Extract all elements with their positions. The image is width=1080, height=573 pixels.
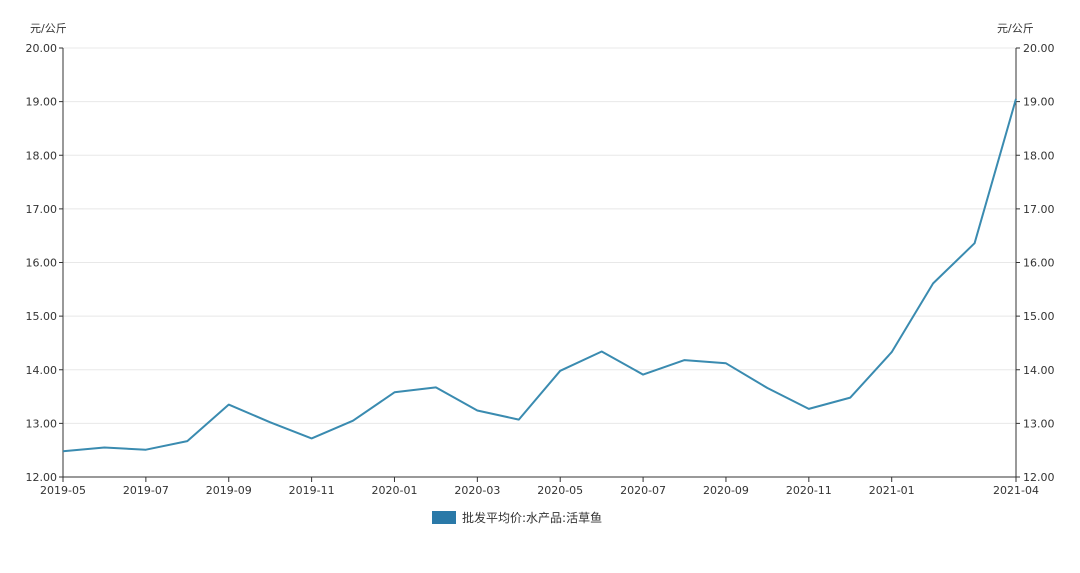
- legend-swatch: [432, 511, 456, 524]
- y-tick-label-right: 15.00: [1023, 310, 1055, 323]
- legend[interactable]: 批发平均价:水产品:活草鱼: [432, 509, 602, 526]
- x-tick-label: 2021-04: [993, 484, 1039, 497]
- x-tick-label: 2020-01: [371, 484, 417, 497]
- y-tick-label-left: 19.00: [26, 96, 58, 109]
- y-unit-right: 元/公斤: [997, 22, 1034, 35]
- x-tick-label: 2020-07: [620, 484, 666, 497]
- x-tick-label: 2020-11: [786, 484, 832, 497]
- y-ticks-right: 12.00 13.00 14.00 15.00 16.00 17.00 18.00 19.00…: [1016, 42, 1055, 484]
- series-line: [62, 98, 1017, 453]
- y-tick-label-right: 18.00: [1023, 149, 1055, 162]
- y-tick-label-left: 12.00: [26, 471, 58, 484]
- x-tick-label: 2020-05: [537, 484, 583, 497]
- y-tick-label-right: 12.00: [1023, 471, 1055, 484]
- y-tick-label-left: 18.00: [26, 149, 58, 162]
- y-tick-label-left: 13.00: [26, 417, 58, 430]
- x-tick-label: 2020-09: [703, 484, 749, 497]
- y-tick-label-left: 17.00: [26, 203, 58, 216]
- y-tick-label-right: 19.00: [1023, 96, 1055, 109]
- x-tick-label: 2019-07: [123, 484, 169, 497]
- grid: [63, 47, 1016, 424]
- y-ticks-left: 12.00 13.00 14.00 15.00 16.00 17.00 18.00 19.00…: [26, 42, 63, 484]
- y-tick-label-right: 17.00: [1023, 203, 1055, 216]
- y-tick-label-left: 15.00: [26, 310, 58, 323]
- y-tick-label-right: 20.00: [1023, 42, 1055, 55]
- x-tick-label: 2019-09: [206, 484, 252, 497]
- x-tick-label: 2021-01: [869, 484, 915, 497]
- series: [62, 98, 1017, 453]
- y-tick-label-left: 14.00: [26, 364, 58, 377]
- x-ticks: 2019-05 2019-07 2019-09 2019-11 2020-01 2020-…: [40, 477, 1039, 497]
- y-tick-label-right: 13.00: [1023, 417, 1055, 430]
- x-tick-label: 2020-03: [454, 484, 500, 497]
- x-tick-label: 2019-11: [289, 484, 335, 497]
- y-unit-left: 元/公斤: [30, 22, 67, 35]
- y-tick-label-left: 20.00: [26, 42, 58, 55]
- legend-label: 批发平均价:水产品:活草鱼: [462, 511, 603, 525]
- x-tick-label: 2019-05: [40, 484, 86, 497]
- chart-svg: 元/公斤 元/公斤 12.00 13.00 14.00 15.00 16.00 17.00…: [26, 22, 1055, 497]
- y-tick-label-right: 16.00: [1023, 257, 1055, 270]
- y-tick-label-left: 16.00: [26, 257, 58, 270]
- y-tick-label-right: 14.00: [1023, 364, 1055, 377]
